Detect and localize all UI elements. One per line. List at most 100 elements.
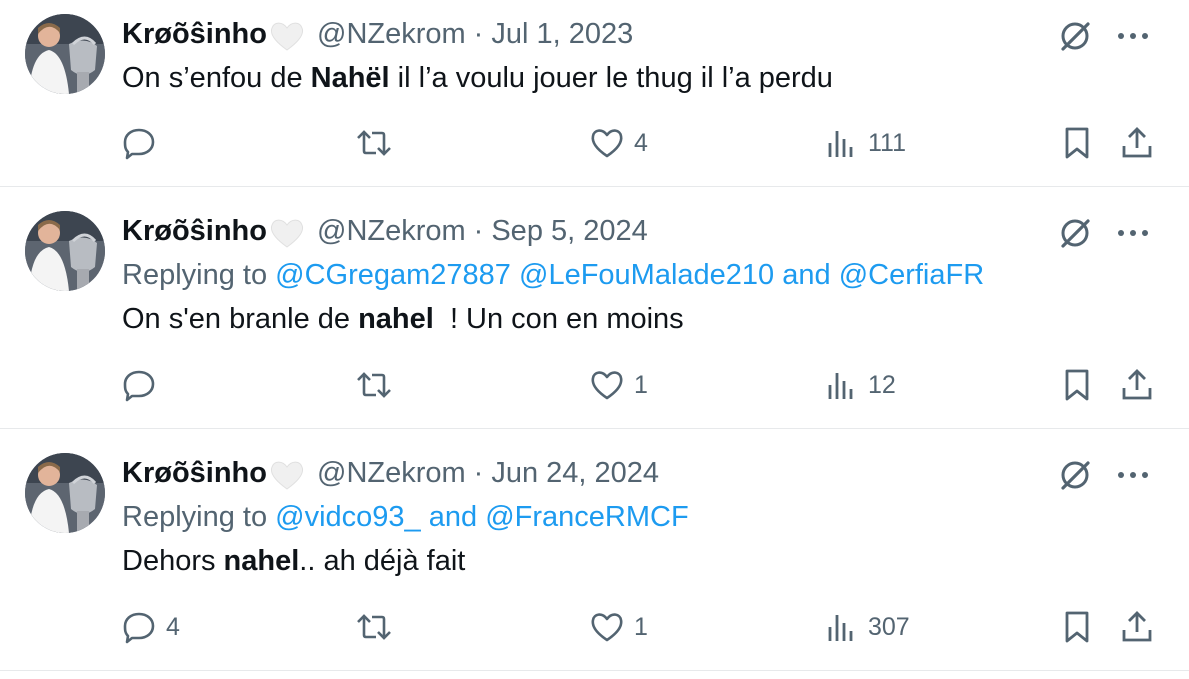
action-bar: 4 111 — [120, 121, 1160, 165]
white-heart-icon — [269, 20, 305, 52]
views-count: 111 — [868, 128, 907, 157]
heart-icon — [588, 124, 626, 162]
bookmark-icon — [1058, 608, 1096, 646]
views-button[interactable]: 12 — [822, 363, 896, 407]
white-heart-icon — [269, 217, 305, 249]
handle[interactable]: @NZekrom — [317, 215, 466, 248]
mention-link[interactable]: @LeFouMalade210 — [519, 259, 774, 291]
more-icon[interactable] — [1115, 215, 1151, 251]
share-button[interactable] — [1118, 605, 1156, 649]
mention-link[interactable]: @CGregam27887 — [275, 259, 511, 291]
mention-joiner: and — [428, 501, 478, 533]
separator-dot: · — [473, 17, 484, 50]
retweet-button[interactable] — [355, 121, 401, 165]
text-segment: .. ah déjà fait — [299, 545, 466, 577]
like-count: 4 — [634, 128, 648, 157]
retweet-icon — [355, 124, 393, 162]
mention-joiner: and — [782, 259, 831, 291]
text-segment: il l’a voulu jouer le thug il l’a perdu — [389, 62, 833, 94]
text-highlight: Nahël — [310, 62, 390, 94]
heart-icon — [588, 608, 626, 646]
text-highlight: nahel — [223, 545, 300, 577]
share-icon — [1118, 366, 1156, 404]
bookmark-icon — [1058, 366, 1096, 404]
replying-to: Replying to @vidco93_ and @FranceRMCF — [122, 497, 689, 537]
text-segment: On s’enfou de — [122, 62, 311, 94]
grok-icon[interactable] — [1057, 215, 1093, 251]
share-button[interactable] — [1118, 363, 1156, 407]
replying-prefix: Replying to — [122, 501, 268, 533]
tweet-header: Krøõŝinho @NZekrom · Jul 1, 2023 — [122, 14, 633, 54]
retweet-button[interactable] — [355, 605, 401, 649]
share-icon — [1118, 124, 1156, 162]
share-button[interactable] — [1118, 121, 1156, 165]
display-name[interactable]: Krøõŝinho — [122, 18, 267, 51]
grok-icon[interactable] — [1057, 457, 1093, 493]
avatar[interactable] — [25, 211, 105, 291]
handle[interactable]: @NZekrom — [317, 457, 466, 490]
display-name[interactable]: Krøõŝinho — [122, 457, 267, 490]
like-count: 1 — [634, 612, 648, 641]
separator-dot: · — [473, 214, 484, 247]
separator-dot: · — [473, 456, 484, 489]
more-icon[interactable] — [1115, 18, 1151, 54]
tweet-top-actions — [1057, 18, 1151, 54]
text-segment: Dehors — [122, 545, 224, 577]
like-count: 1 — [634, 370, 648, 399]
tweet-header: Krøõŝinho @NZekrom · Jun 24, 2024 — [122, 453, 659, 493]
tweet-top-actions — [1057, 215, 1151, 251]
tweet-text: On s'en branle de nahel ! Un con en moin… — [122, 299, 684, 339]
reply-icon — [120, 608, 158, 646]
views-count: 307 — [868, 612, 910, 641]
replying-to: Replying to @CGregam27887 @LeFouMalade21… — [122, 255, 984, 295]
like-button[interactable]: 4 — [588, 121, 648, 165]
grok-icon[interactable] — [1057, 18, 1093, 54]
views-button[interactable]: 307 — [822, 605, 910, 649]
more-icon[interactable] — [1115, 457, 1151, 493]
text-segment: ! Un con en moins — [433, 303, 684, 335]
tweet[interactable]: Krøõŝinho @NZekrom · Jul 1, 2023 On s’en… — [0, 0, 1189, 187]
tweet-date[interactable]: Sep 5, 2024 — [491, 215, 647, 248]
bookmark-button[interactable] — [1058, 605, 1096, 649]
reply-icon — [120, 366, 158, 404]
tweet[interactable]: Krøõŝinho @NZekrom · Sep 5, 2024 Replyin… — [0, 187, 1189, 429]
avatar[interactable] — [25, 14, 105, 94]
retweet-icon — [355, 608, 393, 646]
reply-button[interactable] — [120, 121, 166, 165]
display-name[interactable]: Krøõŝinho — [122, 215, 267, 248]
tweet[interactable]: Krøõŝinho @NZekrom · Jun 24, 2024 Replyi… — [0, 429, 1189, 671]
replying-prefix: Replying to — [122, 259, 268, 291]
tweet-text: On s’enfou de Nahël il l’a voulu jouer l… — [122, 58, 833, 98]
text-highlight: nahel — [358, 303, 434, 335]
views-icon — [822, 608, 860, 646]
mention-link[interactable]: @vidco93_ — [275, 501, 421, 533]
reply-button[interactable]: 4 — [120, 605, 180, 649]
retweet-button[interactable] — [355, 363, 401, 407]
tweet-date[interactable]: Jun 24, 2024 — [491, 457, 659, 490]
retweet-icon — [355, 366, 393, 404]
mention-link[interactable]: @CerfiaFR — [839, 259, 984, 291]
reply-count: 4 — [166, 612, 180, 641]
tweet-top-actions — [1057, 457, 1151, 493]
bookmark-button[interactable] — [1058, 121, 1096, 165]
white-heart-icon — [269, 459, 305, 491]
like-button[interactable]: 1 — [588, 363, 648, 407]
tweet-header: Krøõŝinho @NZekrom · Sep 5, 2024 — [122, 211, 648, 251]
share-icon — [1118, 608, 1156, 646]
reply-button[interactable] — [120, 363, 166, 407]
heart-icon — [588, 366, 626, 404]
tweet-date[interactable]: Jul 1, 2023 — [491, 18, 633, 51]
action-bar: 4 1 307 — [120, 605, 1160, 649]
views-icon — [822, 124, 860, 162]
views-button[interactable]: 111 — [822, 121, 906, 165]
like-button[interactable]: 1 — [588, 605, 648, 649]
tweet-text: Dehors nahel.. ah déjà fait — [122, 541, 465, 581]
handle[interactable]: @NZekrom — [317, 18, 466, 51]
bookmark-icon — [1058, 124, 1096, 162]
mention-link[interactable]: @FranceRMCF — [485, 501, 688, 533]
views-count: 12 — [868, 370, 896, 399]
views-icon — [822, 366, 860, 404]
reply-icon — [120, 124, 158, 162]
bookmark-button[interactable] — [1058, 363, 1096, 407]
avatar[interactable] — [25, 453, 105, 533]
